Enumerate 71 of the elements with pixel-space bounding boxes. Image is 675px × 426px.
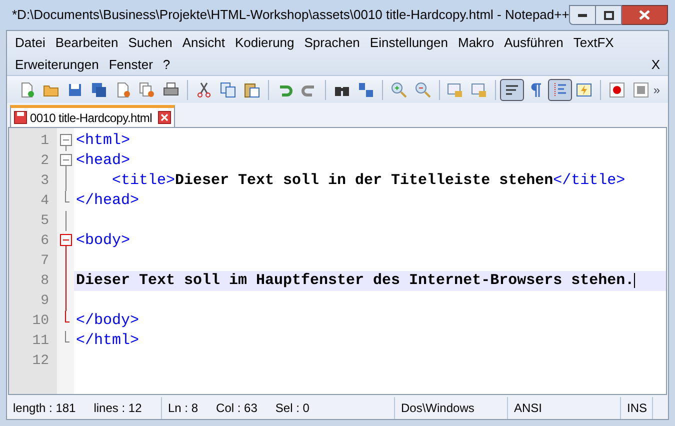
zoom-out-icon: [414, 82, 431, 98]
toolbar-button[interactable]: [548, 78, 572, 100]
close-button[interactable]: [622, 5, 668, 25]
indent-guide-icon: [552, 82, 568, 98]
menu-item[interactable]: Ausführen: [499, 32, 568, 54]
menu-item[interactable]: Sprachen: [299, 32, 365, 54]
close-document-button[interactable]: X: [646, 54, 665, 75]
scissors-icon: [196, 82, 212, 98]
zoom-in-icon: [390, 82, 407, 98]
line-number: 7: [40, 252, 49, 271]
line-number: 3: [40, 172, 49, 191]
stop-icon: [633, 82, 650, 98]
line-number: 8: [40, 272, 49, 291]
status-text: Col : 63: [216, 400, 258, 417]
status-text: Ln : 8: [168, 400, 198, 417]
menu-item[interactable]: Erweiterungen: [10, 54, 104, 75]
close-icon[interactable]: [158, 111, 171, 124]
code-line: </html>: [75, 331, 140, 351]
file-tab[interactable]: 0010 title-Hardcopy.html: [10, 105, 175, 127]
menu-item[interactable]: ?: [158, 54, 176, 75]
line-number: 10: [32, 312, 49, 331]
line-number: 12: [32, 352, 49, 371]
line-number: 11: [32, 332, 49, 351]
menu-item[interactable]: Kodierung: [230, 32, 300, 54]
new-file-icon: [18, 82, 35, 98]
line-number: 2: [40, 152, 49, 171]
toolbar-overflow-button[interactable]: »: [653, 80, 660, 98]
menu-item[interactable]: Einstellungen: [364, 32, 453, 54]
copy-icon: [220, 82, 236, 98]
status-text: lines : 12: [94, 400, 142, 417]
text-cursor: [634, 272, 636, 288]
menu-item[interactable]: Bearbeiten: [50, 32, 124, 54]
menu-item[interactable]: TextFX: [568, 32, 619, 54]
maximize-button[interactable]: [596, 5, 622, 25]
code-line: <html>: [75, 131, 132, 151]
menu-item[interactable]: Makro: [452, 32, 500, 54]
line-number: 5: [40, 212, 49, 231]
files-minus-icon: [138, 82, 155, 98]
file-minus-icon: [114, 82, 131, 98]
menu-item[interactable]: Datei: [10, 32, 50, 54]
fold-toggle-icon[interactable]: [60, 151, 72, 171]
status-text: ANSI: [514, 400, 542, 417]
code-line: <title>Dieser Text soll in der Titelleiste stehen</title>: [111, 171, 626, 191]
minimize-button[interactable]: [569, 5, 596, 25]
menu-item[interactable]: Fenster: [104, 54, 158, 75]
close-icon: [639, 10, 650, 20]
fold-toggle-icon[interactable]: [60, 231, 72, 251]
status-text: INS: [627, 400, 648, 417]
status-text: length : 181: [13, 400, 76, 417]
code-line: </body>: [75, 311, 140, 331]
toolbar-button[interactable]: [500, 78, 524, 100]
maximize-icon: [604, 10, 614, 20]
status-text: Dos\Windows: [401, 400, 474, 417]
window-title: *D:\Documents\Business\Projekte\HTML-Workshop\assets\0010 title-Hardcopy.html - Notepad++: [12, 6, 570, 24]
line-number: 6: [40, 232, 49, 251]
code-line: <head>: [75, 151, 132, 171]
minimize-icon: [578, 14, 588, 16]
printer-icon: [162, 82, 179, 98]
status-text: Sel : 0: [275, 400, 310, 417]
clipboard-icon: [244, 82, 260, 98]
lightning-window-icon: [576, 82, 592, 98]
record-icon: [609, 82, 626, 98]
fold-toggle-icon[interactable]: [60, 131, 72, 151]
line-number: 1: [40, 132, 49, 151]
menu-item[interactable]: Suchen: [123, 32, 178, 54]
code-line: </head>: [75, 191, 140, 211]
menu-item[interactable]: Ansicht: [177, 32, 230, 54]
code-line: <body>: [75, 231, 132, 251]
current-line-highlight: Dieser Text soll im Hauptfenster des Internet-Browsers stehen.: [74, 271, 666, 291]
line-number: 9: [40, 292, 49, 311]
line-number: 4: [40, 192, 49, 211]
